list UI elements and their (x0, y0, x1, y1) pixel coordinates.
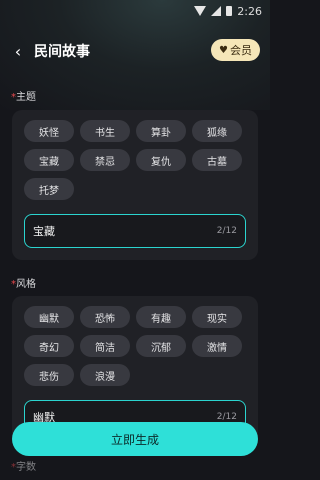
back-arrow-icon: ‹ (14, 41, 22, 61)
wifi-icon (194, 6, 207, 16)
style-chip[interactable]: 奇幻 (24, 335, 74, 357)
style-input-count: 2/12 (216, 412, 237, 422)
vip-label: 会员 (229, 44, 252, 57)
theme-chip[interactable]: 宝藏 (24, 149, 74, 171)
app-header: ‹ 民间故事 ♥ 会员 (0, 36, 270, 66)
style-chip[interactable]: 有趣 (136, 306, 186, 328)
style-chip[interactable]: 恐怖 (80, 306, 130, 328)
style-chip[interactable]: 悲伤 (24, 364, 74, 386)
theme-input-value: 宝藏 (33, 225, 55, 238)
theme-chip[interactable]: 书生 (80, 120, 130, 142)
theme-chip[interactable]: 狐缘 (192, 120, 242, 142)
theme-chip[interactable]: 妖怪 (24, 120, 74, 142)
back-button[interactable]: ‹ (6, 39, 30, 63)
status-bar: 2:26 (0, 0, 270, 22)
page-title: 民间故事 (34, 44, 90, 60)
theme-input[interactable]: 宝藏 2/12 (24, 214, 246, 248)
signal-icon (211, 6, 222, 16)
theme-chip[interactable]: 复仇 (136, 149, 186, 171)
status-time: 2:26 (237, 4, 262, 18)
theme-chip[interactable]: 托梦 (24, 178, 74, 200)
word-count-label-text: 字数 (16, 462, 36, 473)
word-count-section-label: *字数 (11, 458, 36, 473)
theme-card: 妖怪 书生 算卦 狐缘 宝藏 禁忌 复仇 古墓 托梦 宝藏 2/12 (12, 110, 258, 260)
style-chip[interactable]: 激情 (192, 335, 242, 357)
style-chip[interactable]: 沉郁 (136, 335, 186, 357)
theme-label-text: 主题 (16, 92, 36, 103)
style-label-text: 风格 (16, 279, 36, 290)
style-chip[interactable]: 现实 (192, 306, 242, 328)
theme-chip[interactable]: 禁忌 (80, 149, 130, 171)
theme-input-count: 2/12 (216, 226, 237, 236)
theme-section-label: *主题 (11, 88, 36, 103)
generate-button-label: 立即生成 (110, 432, 159, 447)
style-chip[interactable]: 浪漫 (80, 364, 130, 386)
battery-icon (226, 6, 233, 16)
theme-chip[interactable]: 算卦 (136, 120, 186, 142)
heart-icon: ♥ (219, 44, 228, 56)
theme-chip[interactable]: 古墓 (192, 149, 242, 171)
style-chip[interactable]: 简洁 (80, 335, 130, 357)
style-chip[interactable]: 幽默 (24, 306, 74, 328)
style-section-label: *风格 (11, 275, 36, 290)
generate-button[interactable]: 立即生成 (12, 422, 258, 456)
vip-button[interactable]: ♥ 会员 (211, 39, 260, 61)
